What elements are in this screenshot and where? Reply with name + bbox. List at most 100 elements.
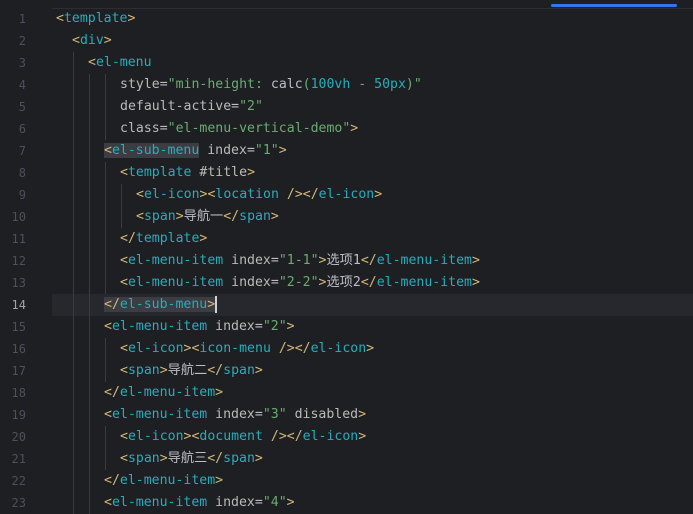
- code-token: =: [270, 253, 279, 268]
- indent-guide: [105, 118, 106, 140]
- code-token: >: [247, 165, 256, 180]
- code-token: index: [207, 495, 255, 510]
- code-line[interactable]: <el-menu-item index="3" disabled>: [52, 404, 693, 426]
- indent-guide: [89, 338, 90, 360]
- indent-guide: [121, 184, 122, 206]
- code-token: "1-1": [278, 253, 319, 268]
- indent-guide: [89, 448, 90, 470]
- code-token: "4": [262, 495, 287, 510]
- code-line[interactable]: <template>: [52, 8, 693, 30]
- code-line[interactable]: <span>导航一</span>: [52, 206, 693, 228]
- indent-guide: [73, 96, 74, 118]
- code-line[interactable]: class="el-menu-vertical-demo">: [52, 118, 693, 140]
- code-token: <: [136, 209, 144, 224]
- code-token: >: [215, 473, 224, 488]
- code-token: "2": [262, 319, 287, 334]
- line-number: 11: [11, 232, 26, 246]
- indent-guide: [105, 162, 106, 184]
- code-line[interactable]: style="min-height: calc(100vh - 50px)": [52, 74, 693, 96]
- code-line[interactable]: <el-menu-item index="2-2">选项2</el-menu-i…: [52, 272, 693, 294]
- code-token: el-icon: [302, 429, 359, 444]
- code-line[interactable]: <el-menu-item index="1-1">选项1</el-menu-i…: [52, 250, 693, 272]
- code-token: default-active: [120, 99, 232, 114]
- code-line[interactable]: <span>导航二</span>: [52, 360, 693, 382]
- code-line[interactable]: <el-icon><location /></el-icon>: [52, 184, 693, 206]
- code-token: el-menu-item: [111, 495, 208, 510]
- code-text: <el-menu: [88, 52, 152, 74]
- indent-guide: [73, 184, 74, 206]
- code-text: </template>: [120, 228, 207, 250]
- indent-guide: [73, 382, 74, 404]
- code-token: index: [199, 143, 247, 158]
- indent-guide: [105, 96, 106, 118]
- code-token: "el-menu-vertical-demo": [167, 121, 351, 136]
- code-token: <: [120, 451, 128, 466]
- code-token: document: [199, 429, 263, 444]
- indent-guide: [89, 74, 90, 96]
- code-token: el-icon: [127, 341, 184, 356]
- code-line[interactable]: <el-icon><icon-menu /></el-icon>: [52, 338, 693, 360]
- code-editor[interactable]: 1 2 3 4 5 6 7 8 9 10 11 12 13 14 15 16 17 18 19 20 21 22 23 <t…: [0, 0, 693, 514]
- indent-guide: [73, 404, 74, 426]
- code-line[interactable]: </el-menu-item>: [52, 382, 693, 404]
- indent-guide: [73, 52, 74, 74]
- code-line[interactable]: <div>: [52, 30, 693, 52]
- code-token: el-icon: [318, 187, 375, 202]
- code-token: location: [215, 187, 279, 202]
- indent-guide: [89, 492, 90, 514]
- code-text: <span>导航三</span>: [120, 448, 263, 470]
- code-token: el-icon: [143, 187, 200, 202]
- indent-guide: [105, 448, 106, 470]
- code-token: div: [79, 33, 104, 48]
- code-token: <: [120, 165, 128, 180]
- code-token: calc: [270, 77, 303, 92]
- code-token: "3": [262, 407, 287, 422]
- code-token: el-sub-menu: [119, 297, 208, 312]
- indent-guide: [73, 250, 74, 272]
- code-token: >: [199, 231, 208, 246]
- code-token: <: [104, 407, 112, 422]
- line-number: 13: [11, 276, 26, 290]
- line-number: 14: [11, 298, 26, 312]
- code-token: "1": [254, 143, 279, 158]
- line-number: 10: [11, 210, 26, 224]
- code-line[interactable]: <el-sub-menu index="1">: [52, 140, 693, 162]
- code-token: /></: [270, 341, 311, 356]
- line-number: 21: [11, 452, 26, 466]
- line-number: 2: [18, 34, 26, 48]
- code-token: style: [120, 77, 160, 92]
- horizontal-scroll-thumb[interactable]: [551, 4, 677, 7]
- line-number-gutter[interactable]: 1 2 3 4 5 6 7 8 9 10 11 12 13 14 15 16 17 18 19 20 21 22 23: [0, 8, 52, 514]
- code-line[interactable]: <el-menu-item index="4">: [52, 492, 693, 514]
- code-token: >: [286, 319, 295, 334]
- indent-guide: [73, 228, 74, 250]
- indent-guide: [73, 316, 74, 338]
- code-text: <el-menu-item index="3" disabled>: [104, 404, 366, 426]
- code-line[interactable]: <span>导航三</span>: [52, 448, 693, 470]
- code-line[interactable]: default-active="2": [52, 96, 693, 118]
- line-number: 6: [18, 122, 26, 136]
- indent-guide: [73, 426, 74, 448]
- code-line[interactable]: <el-menu-item index="2">: [52, 316, 693, 338]
- code-token: >: [358, 407, 367, 422]
- code-token: >: [175, 209, 184, 224]
- code-token: <: [120, 429, 128, 444]
- code-token: template: [135, 231, 200, 246]
- code-line[interactable]: </template>: [52, 228, 693, 250]
- code-line[interactable]: </el-menu-item>: [52, 470, 693, 492]
- code-line[interactable]: <template #title>: [52, 162, 693, 184]
- code-token: <: [120, 275, 128, 290]
- code-token: <: [120, 253, 128, 268]
- code-line[interactable]: <el-icon><document /></el-icon>: [52, 426, 693, 448]
- code-area[interactable]: <template> <div> <el-menu style="min-height…: [52, 8, 693, 514]
- line-number: 1: [18, 12, 26, 26]
- code-line[interactable]: </el-sub-menu>: [52, 294, 693, 316]
- code-token: /></: [278, 187, 319, 202]
- code-text: <span>导航一</span>: [136, 206, 279, 228]
- code-token: <: [88, 55, 96, 70]
- code-token: /></: [262, 429, 303, 444]
- code-token: el-menu-item: [127, 253, 224, 268]
- code-text: <el-icon><icon-menu /></el-icon>: [120, 338, 374, 360]
- code-text: <template>: [56, 8, 135, 30]
- code-line[interactable]: <el-menu: [52, 52, 693, 74]
